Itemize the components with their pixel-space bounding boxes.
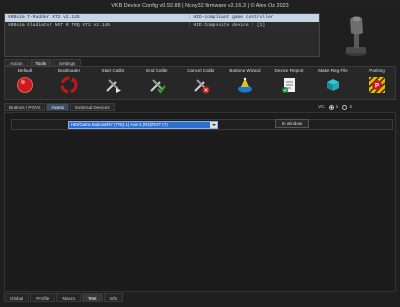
vc-label: VC <box>318 104 325 110</box>
tab-macro[interactable]: Macro <box>56 293 82 302</box>
device-list[interactable]: VKBsim T-Rudder XT2 v2.145 : HID-complia… <box>4 13 320 57</box>
tab-axes1[interactable]: Axes1 <box>46 103 70 111</box>
default-label: Default <box>17 68 33 73</box>
tab-external-devices[interactable]: External Devices <box>70 103 115 111</box>
document-icon <box>282 78 295 93</box>
end-calibr-button[interactable]: End Calibr <box>137 68 177 94</box>
parking-button[interactable]: Parking P <box>357 68 397 94</box>
axis-dropdown-value: HID/Game Buttons/RY (TRQ 1) Axis 5 (RZ)/… <box>71 122 168 127</box>
device-list-empty <box>5 31 319 56</box>
tab-action[interactable]: Action <box>4 59 29 66</box>
make-reg-file-label: Make Reg File <box>318 68 348 73</box>
bootloader-label: Bootloader <box>57 68 81 73</box>
start-calibr-label: Start Calibr <box>101 68 125 73</box>
cancel-calibr-button[interactable]: Cancel Calibr <box>181 68 221 94</box>
tab-test[interactable]: Test <box>82 293 103 302</box>
recycle-icon <box>60 76 78 94</box>
vc-option-label: 2 <box>349 104 353 110</box>
svg-text:P: P <box>375 83 379 89</box>
end-calibr-label: End Calibr <box>146 68 168 73</box>
start-calibr-button[interactable]: Start Calibr <box>93 68 133 94</box>
tab-tools[interactable]: Tools <box>29 59 53 66</box>
buttons-wizard-label: Buttons Wizard <box>229 68 261 73</box>
red-circle-icon <box>17 77 33 93</box>
chevron-down-icon[interactable] <box>210 122 217 128</box>
default-button[interactable]: Default <box>5 68 45 94</box>
radio-icon[interactable] <box>328 104 334 110</box>
window-title: VKB Device Config v0.92.88 | Ncoy32 firm… <box>0 0 400 13</box>
tools-cancel-icon <box>194 79 210 94</box>
axis-select-row: HID/Game Buttons/RY (TRQ 1) Axis 5 (RZ)/… <box>11 119 393 130</box>
make-reg-file-button[interactable]: Make Reg File <box>313 68 353 94</box>
device-desc: : HID Composite device : [2] <box>188 23 266 28</box>
device-desc: : HID-compliant game controller <box>188 15 274 20</box>
bootloader-button[interactable]: Bootloader <box>49 68 89 94</box>
vc-option-1[interactable]: 1 <box>328 104 339 110</box>
toolbar: Default Bootloader Start Calibr End Cali… <box>4 66 396 100</box>
parking-label: Parking <box>369 68 385 73</box>
parking-icon: P <box>368 76 386 94</box>
device-row[interactable]: VKBsim Gladiator NXT R TRQ XT2 v2.145 : … <box>5 22 319 30</box>
tab-profile[interactable]: Profile <box>30 293 56 302</box>
device-report-label: Device Report <box>274 68 304 73</box>
cancel-calibr-label: Cancel Calibr <box>187 68 215 73</box>
joystick-icon <box>345 16 367 56</box>
device-name: VKBsim T-Rudder XT2 v2.145 <box>8 15 80 20</box>
tools-check-icon <box>150 79 166 94</box>
buttons-wizard-button[interactable]: Buttons Wizard <box>225 68 265 94</box>
tab-info[interactable]: Info <box>103 293 124 302</box>
tab-global[interactable]: Global <box>4 293 30 302</box>
axis-dropdown[interactable]: HID/Game Buttons/RY (TRQ 1) Axis 5 (RZ)/… <box>68 121 218 129</box>
device-name: VKBsim Gladiator NXT R TRQ XT2 v2.145 <box>8 23 110 28</box>
vc-option-2[interactable]: 2 <box>342 104 353 110</box>
tab-buttons-povs[interactable]: Buttons / POVs <box>4 103 46 111</box>
radio-icon[interactable] <box>342 104 348 110</box>
in-window-button[interactable]: In window <box>275 119 309 128</box>
tab-settings[interactable]: Settings <box>53 59 82 66</box>
vc-option-label: 1 <box>335 104 339 110</box>
registry-icon <box>327 79 339 91</box>
device-report-button[interactable]: Device Report <box>269 68 309 94</box>
vc-selector: VC 1 2 <box>318 103 352 111</box>
tools-start-icon <box>106 79 121 93</box>
device-row[interactable]: VKBsim T-Rudder XT2 v2.145 : HID-complia… <box>5 14 319 22</box>
axes-panel: HID/Game Buttons/RY (TRQ 1) Axis 5 (RZ)/… <box>4 112 396 292</box>
wizard-icon <box>238 77 252 93</box>
